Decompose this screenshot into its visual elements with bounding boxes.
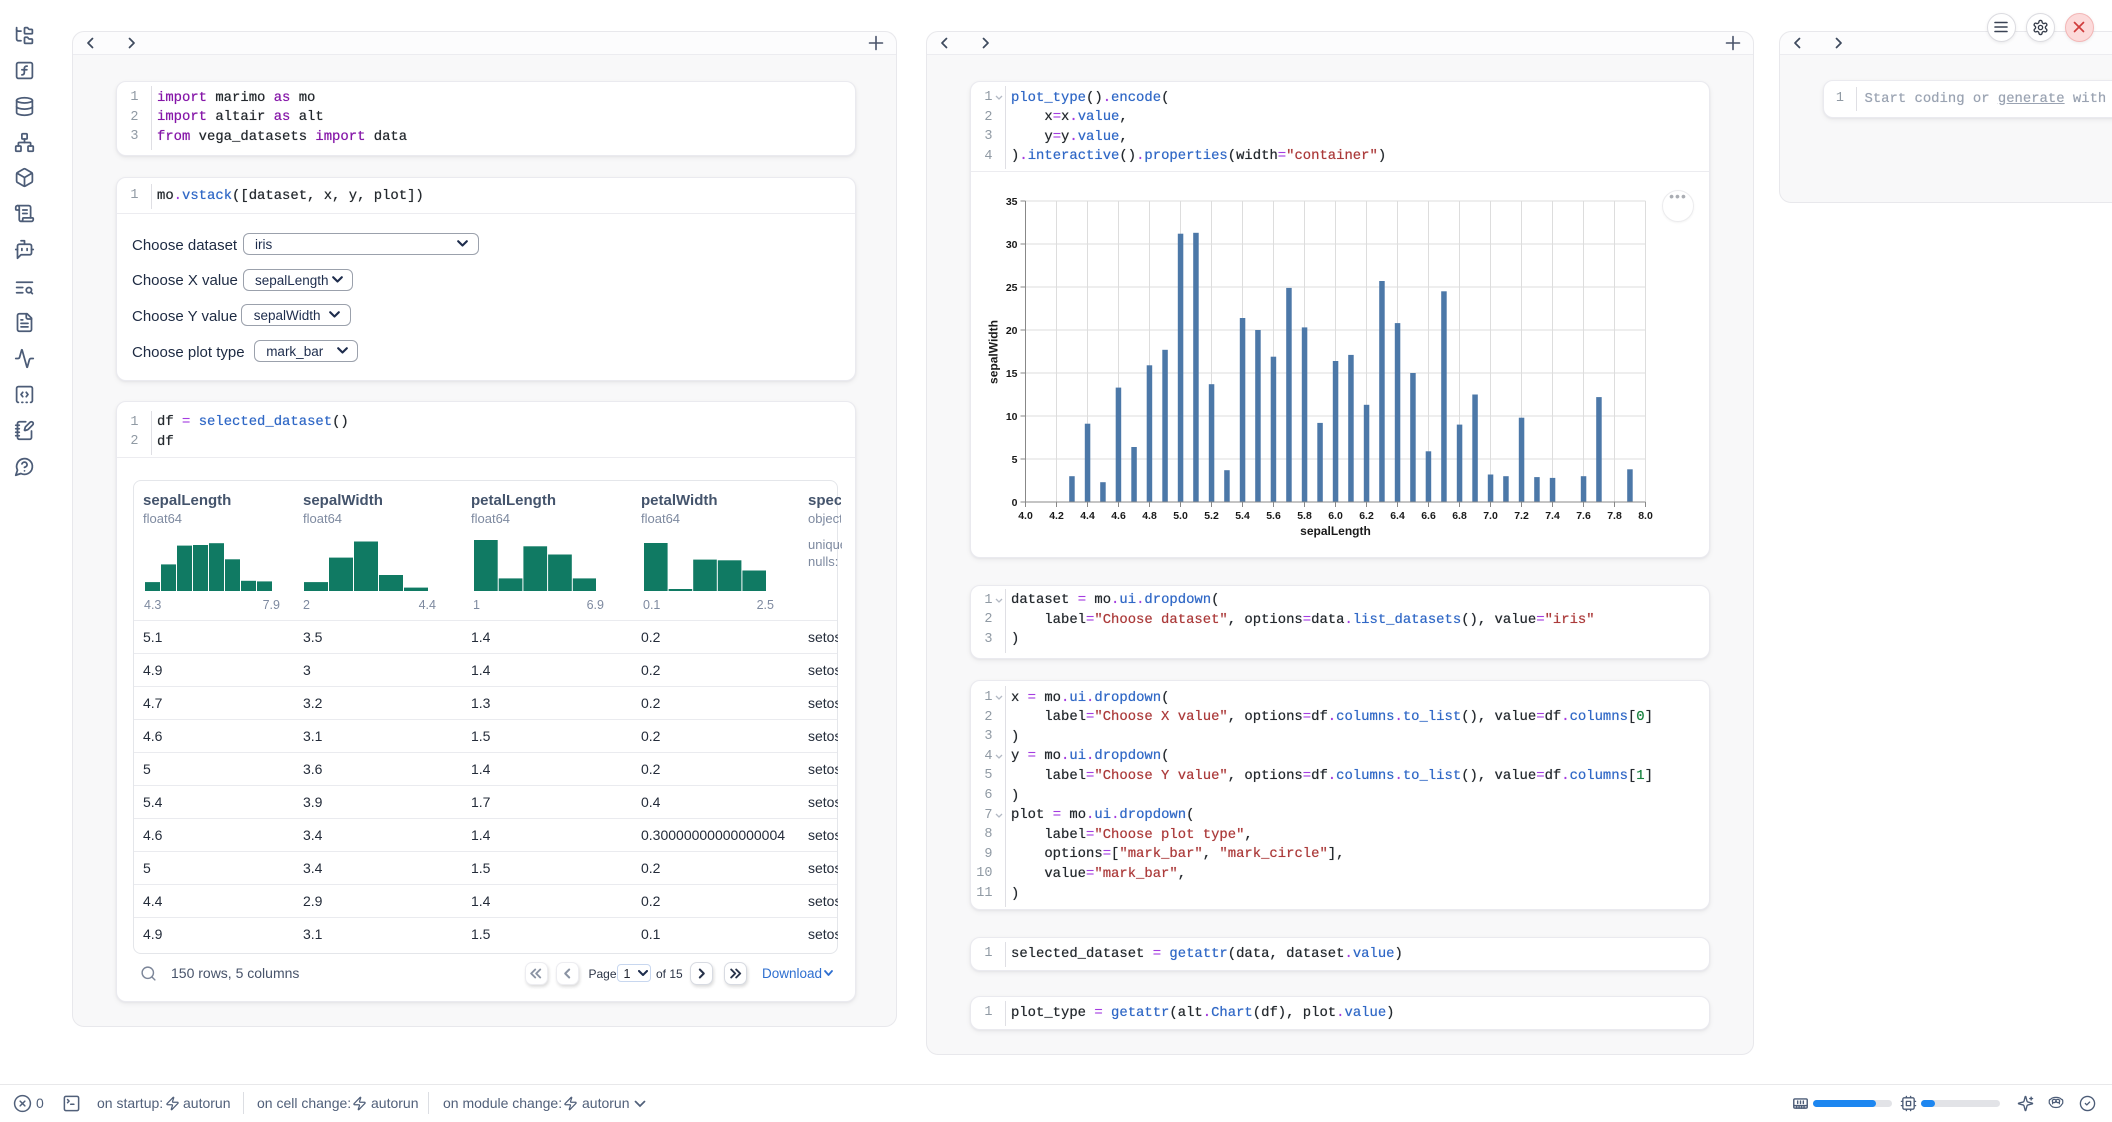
svg-text:5.2: 5.2	[1204, 510, 1219, 522]
svg-text:7.4: 7.4	[1545, 510, 1560, 522]
svg-text:4.6: 4.6	[1111, 510, 1126, 522]
svg-text:20: 20	[1006, 325, 1018, 337]
svg-text:6.6: 6.6	[1421, 510, 1436, 522]
svg-text:15: 15	[1006, 368, 1018, 380]
svg-text:6.0: 6.0	[1328, 510, 1343, 522]
svg-text:5.0: 5.0	[1173, 510, 1188, 522]
svg-text:7.8: 7.8	[1607, 510, 1622, 522]
svg-text:0: 0	[1012, 497, 1018, 509]
svg-text:30: 30	[1006, 239, 1018, 251]
svg-text:10: 10	[1006, 411, 1018, 423]
svg-text:5.6: 5.6	[1266, 510, 1281, 522]
svg-text:6.4: 6.4	[1390, 510, 1405, 522]
svg-text:6.8: 6.8	[1452, 510, 1467, 522]
svg-text:25: 25	[1006, 282, 1018, 294]
svg-text:4.8: 4.8	[1142, 510, 1157, 522]
svg-text:35: 35	[1006, 196, 1018, 208]
svg-text:4.0: 4.0	[1018, 510, 1033, 522]
svg-text:6.2: 6.2	[1359, 510, 1374, 522]
svg-text:sepalLength: sepalLength	[1300, 524, 1371, 538]
svg-text:5.8: 5.8	[1297, 510, 1312, 522]
svg-text:sepalWidth: sepalWidth	[987, 320, 1001, 384]
svg-text:4.4: 4.4	[1080, 510, 1095, 522]
svg-text:4.2: 4.2	[1049, 510, 1064, 522]
svg-text:5: 5	[1012, 454, 1018, 466]
svg-text:8.0: 8.0	[1638, 510, 1653, 522]
svg-text:7.6: 7.6	[1576, 510, 1591, 522]
svg-text:5.4: 5.4	[1235, 510, 1250, 522]
svg-text:7.0: 7.0	[1483, 510, 1498, 522]
svg-text:7.2: 7.2	[1514, 510, 1529, 522]
